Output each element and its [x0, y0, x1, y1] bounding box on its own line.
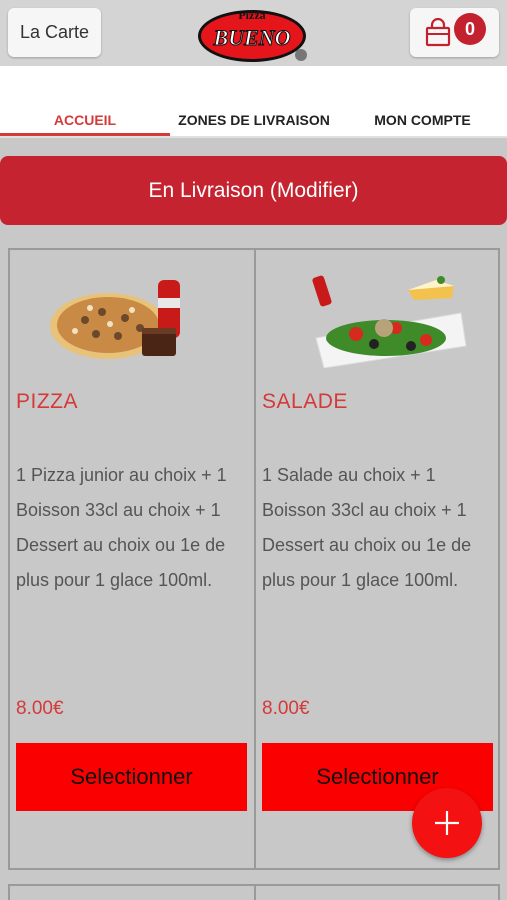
svg-text:BUENO: BUENO	[212, 25, 290, 50]
product-card-salade: SALADE 1 Salade au choix + 1 Boisson 33c…	[256, 250, 500, 868]
select-button[interactable]: Selectionner	[16, 743, 247, 811]
tabs-divider	[0, 136, 507, 138]
grid-divider	[254, 884, 256, 900]
top-bar: La Carte Pizza BUENO 0	[0, 0, 507, 66]
product-price: 8.00€	[16, 698, 64, 719]
salad-menu-image	[312, 275, 467, 368]
delivery-mode-button[interactable]: En Livraison (Modifier)	[0, 156, 507, 225]
cart-count-badge: 0	[454, 13, 486, 45]
tab-mon-compte[interactable]: MON COMPTE	[338, 112, 507, 128]
pizza-menu-image	[50, 280, 180, 359]
svg-text:Pizza: Pizza	[238, 8, 265, 22]
tab-accueil[interactable]: ACCUEIL	[0, 112, 170, 128]
plus-icon	[435, 811, 459, 835]
add-floating-button[interactable]	[412, 788, 482, 858]
tab-zones-de-livraison[interactable]: ZONES DE LIVRAISON	[170, 112, 338, 128]
product-title: PIZZA	[16, 390, 79, 413]
pizza-bueno-logo[interactable]: Pizza BUENO	[196, 2, 312, 64]
product-description: 1 Salade au choix + 1 Boisson 33cl au ch…	[262, 465, 472, 590]
main-tabs: ACCUEIL ZONES DE LIVRAISON MON COMPTE	[0, 66, 507, 138]
cart-button[interactable]: 0	[410, 8, 499, 57]
product-card-pizza: PIZZA 1 Pizza junior au choix + 1 Boisso…	[10, 250, 254, 868]
product-description: 1 Pizza junior au choix + 1 Boisson 33cl…	[16, 465, 227, 590]
la-carte-button[interactable]: La Carte	[8, 8, 101, 57]
shopping-bag-icon	[425, 18, 451, 47]
product-title: SALADE	[262, 390, 348, 413]
product-price: 8.00€	[262, 698, 310, 719]
